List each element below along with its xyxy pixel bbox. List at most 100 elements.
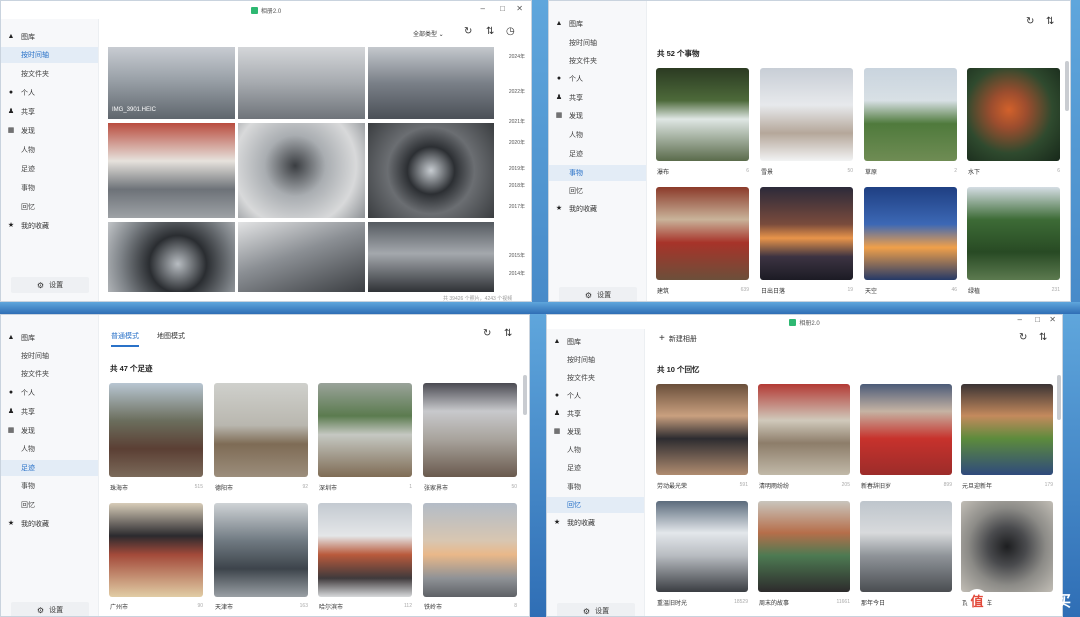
sidebar-item-things[interactable]: 事物 xyxy=(567,479,581,495)
sort-icon[interactable]: ⇅ xyxy=(1046,16,1054,27)
sidebar-item-things[interactable]: 事物 xyxy=(549,165,646,181)
photo-tile[interactable] xyxy=(238,222,365,292)
sidebar-item-personal[interactable]: ● 个人 xyxy=(555,71,583,87)
sidebar-item-favorites[interactable]: ★ 我的收藏 xyxy=(7,218,49,234)
sidebar-item-memories[interactable]: 回忆 xyxy=(21,497,35,513)
sidebar-item-timeline[interactable]: 按时间轴 xyxy=(569,35,597,51)
year-marker[interactable]: 2022年 xyxy=(509,88,525,95)
album-thumb[interactable] xyxy=(967,187,1060,280)
sidebar-item-library[interactable]: ▲ 图库 xyxy=(555,16,583,32)
sidebar-item-folders[interactable]: 按文件夹 xyxy=(569,53,597,69)
sidebar-item-favorites[interactable]: ★ 我的收藏 xyxy=(553,515,595,531)
sidebar-item-things[interactable]: 事物 xyxy=(21,478,35,494)
minimize-icon[interactable]: – xyxy=(481,4,485,13)
settings-button[interactable]: ⚙ 设置 xyxy=(557,603,635,616)
settings-button[interactable]: ⚙ 设置 xyxy=(11,277,89,293)
album-thumb[interactable] xyxy=(758,384,850,475)
sidebar-item-footprints[interactable]: 足迹 xyxy=(567,460,581,476)
sort-icon[interactable]: ⇅ xyxy=(1039,332,1047,343)
album-thumb[interactable] xyxy=(967,68,1060,161)
sidebar-item-folders[interactable]: 按文件夹 xyxy=(567,370,595,386)
scrollbar[interactable] xyxy=(1065,61,1069,111)
refresh-icon[interactable]: ↻ xyxy=(464,26,472,37)
sidebar-item-things[interactable]: 事物 xyxy=(21,180,35,196)
photo-tile[interactable]: IMG_3901.HEIC xyxy=(108,47,235,119)
sidebar-item-footprints[interactable]: 足迹 xyxy=(1,460,98,476)
sidebar-item-shared[interactable]: ♟ 共享 xyxy=(553,406,581,422)
sidebar-item-library[interactable]: ▲ 图库 xyxy=(7,29,35,45)
refresh-icon[interactable]: ↻ xyxy=(1019,332,1027,343)
album-thumb[interactable] xyxy=(214,383,308,477)
sidebar-item-discover[interactable]: ▦ 发现 xyxy=(555,108,583,124)
photo-tile[interactable] xyxy=(238,123,365,218)
minimize-icon[interactable]: – xyxy=(1018,315,1022,324)
settings-button[interactable]: ⚙ 设置 xyxy=(11,602,89,616)
sidebar-item-people[interactable]: 人物 xyxy=(569,127,583,143)
sidebar-item-discover[interactable]: ▦ 发现 xyxy=(7,123,35,139)
close-icon[interactable]: ✕ xyxy=(516,4,523,13)
sidebar-item-timeline[interactable]: 按时间轴 xyxy=(567,352,595,368)
year-marker[interactable]: 2020年 xyxy=(509,139,525,146)
album-thumb[interactable] xyxy=(656,384,748,475)
year-marker[interactable]: 2014年 xyxy=(509,270,525,277)
album-thumb[interactable] xyxy=(760,187,853,280)
maximize-icon[interactable]: □ xyxy=(500,4,505,13)
album-thumb[interactable] xyxy=(961,501,1053,592)
sidebar-item-footprints[interactable]: 足迹 xyxy=(569,146,583,162)
year-marker[interactable]: 2021年 xyxy=(509,118,525,125)
year-marker[interactable]: 2018年 xyxy=(509,182,525,189)
sidebar-item-discover[interactable]: ▦ 发现 xyxy=(553,424,581,440)
photo-tile[interactable] xyxy=(238,47,365,119)
sidebar-item-favorites[interactable]: ★ 我的收藏 xyxy=(555,201,597,217)
year-marker[interactable]: 2024年 xyxy=(509,53,525,60)
sidebar-item-footprints[interactable]: 足迹 xyxy=(21,161,35,177)
sidebar-item-library[interactable]: ▲ 图库 xyxy=(553,334,581,350)
clock-icon[interactable]: ◷ xyxy=(506,26,515,37)
album-thumb[interactable] xyxy=(860,501,952,592)
sidebar-item-personal[interactable]: ● 个人 xyxy=(7,85,35,101)
sidebar-item-timeline[interactable]: 按时间轴 xyxy=(21,348,49,364)
album-thumb[interactable] xyxy=(318,383,412,477)
photo-tile[interactable] xyxy=(368,123,494,218)
album-thumb[interactable] xyxy=(318,503,412,597)
scrollbar[interactable] xyxy=(1057,375,1061,420)
photo-tile[interactable] xyxy=(108,123,235,218)
maximize-icon[interactable]: □ xyxy=(1035,315,1040,324)
album-thumb[interactable] xyxy=(109,383,203,477)
sidebar-item-library[interactable]: ▲ 图库 xyxy=(7,330,35,346)
year-marker[interactable]: 2017年 xyxy=(509,203,525,210)
year-marker[interactable]: 2015年 xyxy=(509,252,525,259)
sidebar-item-personal[interactable]: ● 个人 xyxy=(7,385,35,401)
album-thumb[interactable] xyxy=(864,187,957,280)
scrollbar[interactable] xyxy=(523,375,527,415)
photo-tile[interactable] xyxy=(108,222,235,292)
sidebar-item-shared[interactable]: ♟ 共享 xyxy=(7,104,35,120)
album-thumb[interactable] xyxy=(758,501,850,592)
photo-tile[interactable] xyxy=(368,222,494,292)
tab-normal-mode[interactable]: 普通模式 xyxy=(111,331,139,347)
sidebar-item-memories[interactable]: 回忆 xyxy=(569,183,583,199)
album-thumb[interactable] xyxy=(864,68,957,161)
sidebar-item-shared[interactable]: ♟ 共享 xyxy=(555,90,583,106)
sidebar-item-people[interactable]: 人物 xyxy=(21,441,35,457)
album-thumb[interactable] xyxy=(656,68,749,161)
sidebar-item-memories[interactable]: 回忆 xyxy=(547,497,644,513)
sidebar-item-people[interactable]: 人物 xyxy=(567,442,581,458)
sidebar-item-people[interactable]: 人物 xyxy=(21,142,35,158)
sort-icon[interactable]: ⇅ xyxy=(504,328,512,339)
new-album-button[interactable]: + 新建相册 xyxy=(659,333,697,344)
album-thumb[interactable] xyxy=(860,384,952,475)
sidebar-item-favorites[interactable]: ★ 我的收藏 xyxy=(7,516,49,532)
sidebar-item-shared[interactable]: ♟ 共享 xyxy=(7,404,35,420)
close-icon[interactable]: ✕ xyxy=(1049,315,1056,324)
album-thumb[interactable] xyxy=(214,503,308,597)
album-thumb[interactable] xyxy=(656,501,748,592)
sidebar-item-timeline[interactable]: 按时间轴 xyxy=(1,47,98,63)
sidebar-item-discover[interactable]: ▦ 发现 xyxy=(7,423,35,439)
album-thumb[interactable] xyxy=(961,384,1053,475)
settings-button[interactable]: ⚙ 设置 xyxy=(559,287,637,301)
sort-icon[interactable]: ⇅ xyxy=(486,26,494,37)
refresh-icon[interactable]: ↻ xyxy=(1026,16,1034,27)
sidebar-item-memories[interactable]: 回忆 xyxy=(21,199,35,215)
album-thumb[interactable] xyxy=(656,187,749,280)
